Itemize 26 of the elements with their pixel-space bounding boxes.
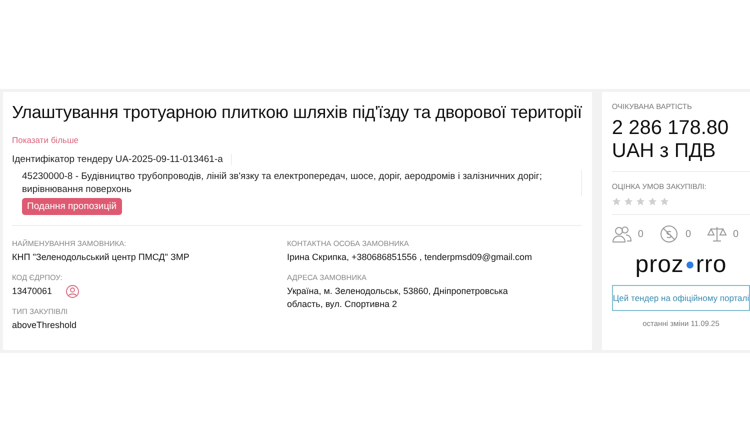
field-value: 13470061 [12, 285, 52, 298]
field-value: Ірина Скрипка, +380686851556 , tenderpmsd09@gmail.com [287, 251, 532, 264]
status-badge: Подання пропозицій [22, 198, 122, 215]
star-icon [660, 197, 669, 206]
field-value: Україна, м. Зеленодольськ, 53860, Дніпропетровська область, вул. Спортивна 2 [287, 285, 509, 311]
field-value: КНП "Зеленодольський центр ПМСД" ЗМР [12, 251, 190, 264]
classification-text: 45230000-8 - Будівництво трубопроводів, ліній зв'язку та електропередач, шосе, доріг, аеродромів і залізничних доріг; вирівнювання поверхонь [22, 170, 582, 196]
prozorro-logo: proz rro [634, 251, 728, 279]
field-value: aboveThreshold [12, 319, 77, 332]
star-icon [648, 197, 657, 206]
counter-value: 0 [685, 228, 692, 240]
scales-icon [707, 225, 728, 243]
people-icon [612, 225, 632, 243]
star-icon [636, 197, 645, 206]
counter-value: 0 [638, 228, 644, 240]
star-icon [624, 197, 633, 206]
official-portal-button[interactable]: Цей тендер на офіційному порталі [612, 285, 750, 311]
counter-value: 0 [733, 228, 739, 240]
amount: 2 286 178.80 [612, 117, 730, 140]
star-icon [612, 197, 621, 206]
currency: UAH з ПДВ [612, 140, 717, 163]
tender-title: Улаштування тротуарною плиткою шляхів під'їзду та дворової території [12, 102, 582, 123]
show-more-link[interactable]: Показати більше [12, 135, 79, 145]
tender-identifier: Ідентифікатор тендеру UA-2025-09-11-013461-a [12, 154, 232, 165]
user-icon[interactable] [66, 285, 80, 298]
crossed-coin-icon [659, 225, 680, 243]
